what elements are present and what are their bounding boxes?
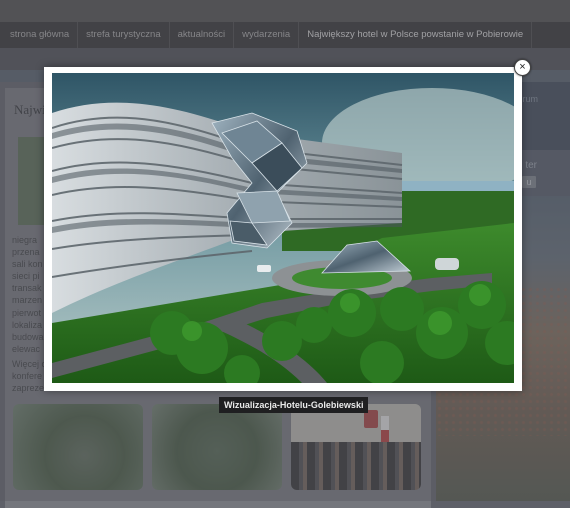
lightbox bbox=[44, 67, 522, 391]
hotel-visualization-image bbox=[52, 73, 514, 383]
lightbox-caption: Wizualizacja-Hotelu-Golebiewski bbox=[219, 397, 369, 413]
close-icon[interactable]: × bbox=[514, 59, 531, 76]
